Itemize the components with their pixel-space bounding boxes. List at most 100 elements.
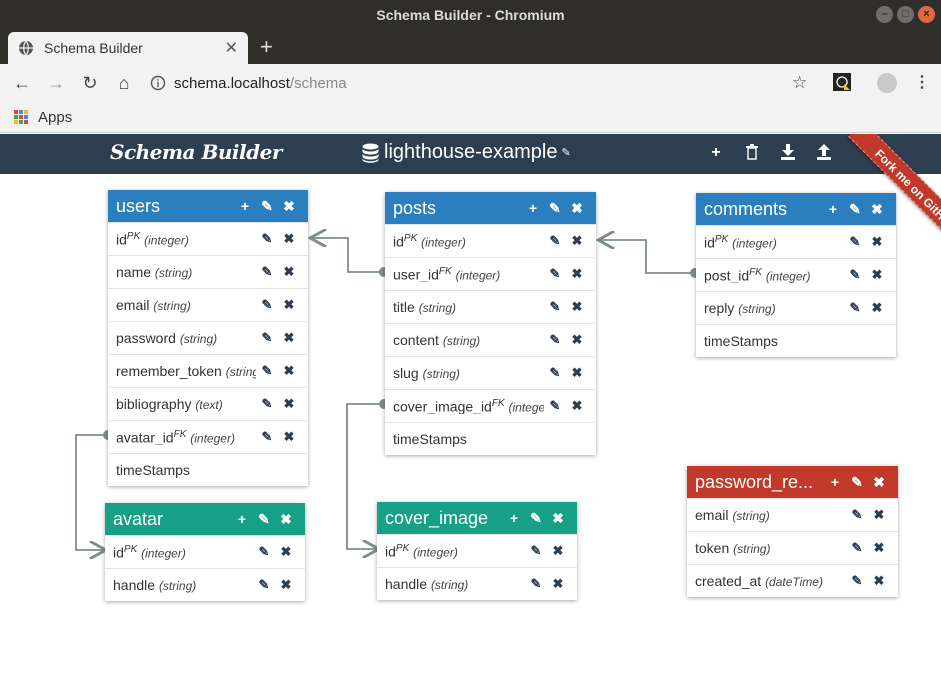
- delete-field-icon[interactable]: ✖: [866, 300, 888, 316]
- table-password-resets[interactable]: password_re... + ✎ ✖ email (string) ✎ ✖ tok…: [687, 466, 898, 597]
- delete-table-button[interactable]: ✖: [566, 200, 588, 217]
- delete-field-icon[interactable]: ✖: [278, 396, 300, 412]
- delete-field-icon[interactable]: ✖: [278, 429, 300, 445]
- field-row: user_idFK (integer) ✎ ✖: [385, 257, 596, 290]
- delete-field-icon[interactable]: ✖: [566, 266, 588, 282]
- edit-field-icon[interactable]: ✎: [846, 573, 868, 589]
- field-label: token (string): [695, 540, 846, 556]
- field-label: reply (string): [704, 300, 844, 316]
- link-users-avatar-avatar-id: [75, 434, 108, 550]
- table-name[interactable]: posts: [393, 198, 522, 219]
- edit-field-icon[interactable]: ✎: [846, 540, 868, 556]
- table-posts[interactable]: posts + ✎ ✖ idPK (integer) ✎ ✖ user_idFK (i…: [385, 192, 596, 455]
- edit-table-button[interactable]: ✎: [256, 198, 278, 215]
- delete-field-icon[interactable]: ✖: [278, 363, 300, 379]
- delete-field-icon[interactable]: ✖: [275, 577, 297, 593]
- delete-field-icon[interactable]: ✖: [868, 507, 890, 523]
- delete-field-icon[interactable]: ✖: [275, 544, 297, 560]
- edit-field-icon[interactable]: ✎: [253, 544, 275, 560]
- field-label: handle (string): [385, 576, 525, 592]
- edit-field-icon[interactable]: ✎: [525, 576, 547, 592]
- edit-table-button[interactable]: ✎: [525, 510, 547, 527]
- add-field-button[interactable]: +: [822, 201, 844, 217]
- field-name: id: [393, 233, 404, 250]
- field-label: cover_image_idFK (integer): [393, 398, 544, 415]
- field-label: idPK (integer): [704, 234, 844, 251]
- delete-field-icon[interactable]: ✖: [547, 543, 569, 559]
- edit-field-icon[interactable]: ✎: [544, 365, 566, 381]
- delete-field-icon[interactable]: ✖: [566, 365, 588, 381]
- field-row: bibliography (text) ✎ ✖: [108, 387, 308, 420]
- table-comments[interactable]: comments + ✎ ✖ idPK (integer) ✎ ✖ post_idFK…: [696, 193, 896, 357]
- add-field-button[interactable]: +: [231, 511, 253, 527]
- edit-field-icon[interactable]: ✎: [844, 300, 866, 316]
- add-field-button[interactable]: +: [522, 200, 544, 216]
- delete-field-icon[interactable]: ✖: [278, 231, 300, 247]
- add-field-button[interactable]: +: [503, 510, 525, 526]
- field-list: idPK (integer) ✎ ✖ user_idFK (integer) ✎ ✖ tit…: [385, 224, 596, 422]
- delete-table-button[interactable]: ✖: [275, 511, 297, 528]
- table-header[interactable]: posts + ✎ ✖: [385, 192, 596, 224]
- table-name[interactable]: comments: [704, 199, 822, 220]
- edit-field-icon[interactable]: ✎: [544, 233, 566, 249]
- edit-field-icon[interactable]: ✎: [256, 396, 278, 412]
- delete-field-icon[interactable]: ✖: [547, 576, 569, 592]
- edit-table-button[interactable]: ✎: [844, 201, 866, 218]
- edit-field-icon[interactable]: ✎: [544, 398, 566, 414]
- delete-table-button[interactable]: ✖: [866, 201, 888, 218]
- delete-field-icon[interactable]: ✖: [278, 330, 300, 346]
- add-field-button[interactable]: +: [824, 474, 846, 490]
- edit-field-icon[interactable]: ✎: [256, 231, 278, 247]
- add-field-button[interactable]: +: [234, 198, 256, 214]
- field-key-badge: PK: [714, 233, 729, 245]
- table-header[interactable]: avatar + ✎ ✖: [105, 503, 305, 535]
- delete-field-icon[interactable]: ✖: [866, 234, 888, 250]
- field-name: post_id: [704, 267, 750, 284]
- field-type: (integer): [413, 545, 458, 560]
- table-cover-image[interactable]: cover_image + ✎ ✖ idPK (integer) ✎ ✖ handle…: [377, 502, 577, 600]
- edit-field-icon[interactable]: ✎: [256, 330, 278, 346]
- field-type: (integer): [765, 269, 811, 284]
- field-name: id: [113, 544, 124, 561]
- edit-field-icon[interactable]: ✎: [544, 332, 566, 348]
- edit-table-button[interactable]: ✎: [846, 474, 868, 491]
- edit-field-icon[interactable]: ✎: [256, 264, 278, 280]
- delete-field-icon[interactable]: ✖: [566, 299, 588, 315]
- edit-field-icon[interactable]: ✎: [544, 266, 566, 282]
- edit-field-icon[interactable]: ✎: [256, 429, 278, 445]
- table-name[interactable]: password_re...: [695, 472, 824, 493]
- edit-field-icon[interactable]: ✎: [256, 363, 278, 379]
- edit-field-icon[interactable]: ✎: [544, 299, 566, 315]
- delete-field-icon[interactable]: ✖: [566, 332, 588, 348]
- table-header[interactable]: comments + ✎ ✖: [696, 193, 896, 225]
- field-row: title (string) ✎ ✖: [385, 290, 596, 323]
- table-header[interactable]: password_re... + ✎ ✖: [687, 466, 898, 498]
- edit-field-icon[interactable]: ✎: [846, 507, 868, 523]
- delete-field-icon[interactable]: ✖: [868, 540, 890, 556]
- field-key-badge: FK: [438, 265, 452, 277]
- table-users[interactable]: users + ✎ ✖ idPK (integer) ✎ ✖ name (string…: [108, 190, 308, 486]
- edit-field-icon[interactable]: ✎: [256, 297, 278, 313]
- delete-table-button[interactable]: ✖: [278, 198, 300, 215]
- table-name[interactable]: users: [116, 196, 234, 217]
- table-header[interactable]: cover_image + ✎ ✖: [377, 502, 577, 534]
- delete-field-icon[interactable]: ✖: [278, 264, 300, 280]
- edit-table-button[interactable]: ✎: [253, 511, 275, 528]
- delete-field-icon[interactable]: ✖: [866, 267, 888, 283]
- table-name[interactable]: cover_image: [385, 508, 503, 529]
- delete-field-icon[interactable]: ✖: [278, 297, 300, 313]
- delete-field-icon[interactable]: ✖: [566, 398, 588, 414]
- table-name[interactable]: avatar: [113, 509, 231, 530]
- edit-table-button[interactable]: ✎: [544, 200, 566, 217]
- field-type: (string): [179, 332, 218, 346]
- edit-field-icon[interactable]: ✎: [525, 543, 547, 559]
- edit-field-icon[interactable]: ✎: [253, 577, 275, 593]
- delete-table-button[interactable]: ✖: [547, 510, 569, 527]
- table-avatar[interactable]: avatar + ✎ ✖ idPK (integer) ✎ ✖ handle (str…: [105, 503, 305, 601]
- delete-field-icon[interactable]: ✖: [868, 573, 890, 589]
- edit-field-icon[interactable]: ✎: [844, 234, 866, 250]
- table-header[interactable]: users + ✎ ✖: [108, 190, 308, 222]
- delete-field-icon[interactable]: ✖: [566, 233, 588, 249]
- delete-table-button[interactable]: ✖: [868, 474, 890, 491]
- edit-field-icon[interactable]: ✎: [844, 267, 866, 283]
